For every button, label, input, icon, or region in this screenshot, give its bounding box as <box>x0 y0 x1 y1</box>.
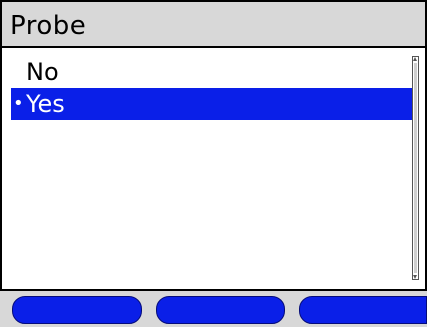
scroll-down-arrow-icon[interactable] <box>413 275 417 279</box>
left-softkey-button[interactable] <box>12 296 142 324</box>
softkey-bar <box>0 289 427 327</box>
device-screen: Probe No •Yes <box>0 0 427 327</box>
list-item-label: No <box>26 58 59 86</box>
options-list: No •Yes <box>11 56 415 120</box>
vertical-scrollbar[interactable] <box>412 56 419 280</box>
title-bar: Probe <box>0 0 427 48</box>
right-softkey-button[interactable] <box>299 296 427 324</box>
options-list-panel: No •Yes <box>0 48 427 289</box>
scrollbar-thumb[interactable] <box>414 63 417 273</box>
selected-bullet-icon: • <box>13 93 24 114</box>
screen-title: Probe <box>10 11 87 41</box>
scroll-up-arrow-icon[interactable] <box>413 57 417 61</box>
list-item-no[interactable]: No <box>11 56 415 88</box>
center-softkey-button[interactable] <box>156 296 285 324</box>
list-item-label: Yes <box>26 90 65 118</box>
list-item-yes[interactable]: •Yes <box>11 88 415 120</box>
